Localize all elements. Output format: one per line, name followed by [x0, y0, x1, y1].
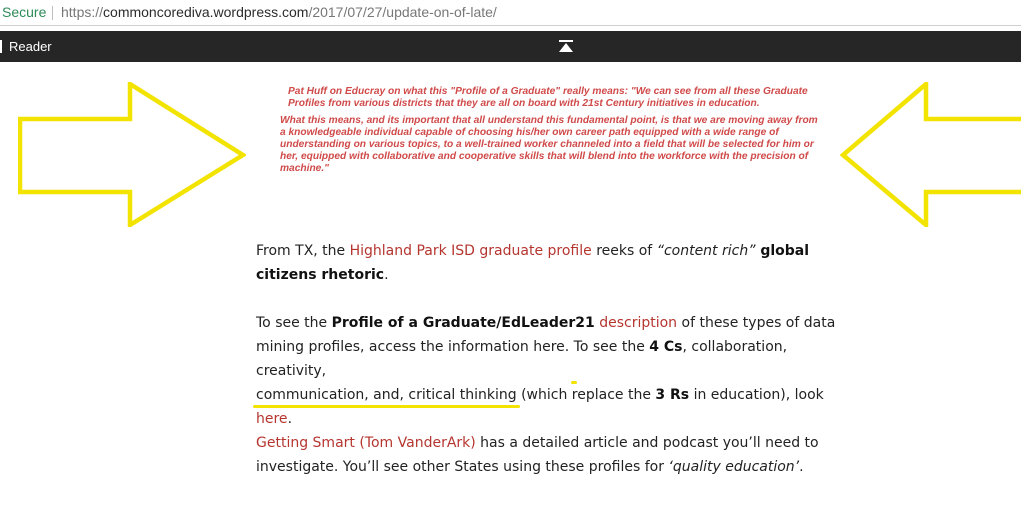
text-span: . — [287, 411, 293, 427]
text-span: in education), look — [689, 387, 824, 403]
reader-bar: Reader — [0, 31, 1021, 62]
url-path: /2017/07/27/update-on-of-late/ — [308, 4, 497, 20]
text-span: . — [799, 459, 804, 475]
getting-smart-link[interactable]: Getting Smart (Tom VanderArk) — [256, 435, 476, 451]
url-text[interactable]: https://commoncorediva.wordpress.com/201… — [61, 0, 497, 25]
secure-label[interactable]: Secure — [2, 0, 46, 25]
url-host: commoncorediva.wordpress.com — [103, 4, 309, 20]
four-cs-bold: 4 Cs — [649, 339, 683, 355]
here-link[interactable]: here — [256, 411, 288, 427]
text-span: . — [384, 267, 389, 283]
text-span: communication, and, critical thinking — [256, 387, 517, 403]
description-link[interactable]: description — [599, 315, 677, 331]
reader-label: Reader — [9, 39, 52, 54]
highlight-underline-2: communication, and, critical thinking — [256, 387, 517, 403]
text-span: (which replace the — [516, 387, 656, 403]
quote-image: Pat Huff on Educray on what this "Profil… — [280, 86, 825, 175]
article-body: From TX, the Highland Park ISD graduate … — [256, 239, 856, 479]
quality-education-emphasis: ‘quality education’ — [668, 459, 800, 475]
address-bar[interactable]: Secure https://commoncorediva.wordpress.… — [0, 0, 1021, 26]
three-rs-bold: 3 Rs — [655, 387, 690, 403]
text-span: reeks of — [591, 243, 657, 259]
profile-of-graduate-bold: Profile of a Graduate/EdLeader21 — [331, 315, 595, 331]
article-paragraph-1: From TX, the Highland Park ISD graduate … — [256, 239, 856, 287]
right-pointing-arrow-icon — [18, 82, 246, 227]
left-pointing-arrow-icon — [840, 82, 1021, 227]
url-scheme: https:// — [61, 4, 104, 20]
text-span: To see the — [573, 339, 650, 355]
text-span: From TX, the — [256, 243, 350, 259]
article-paragraph-2: To see the Profile of a Graduate/EdLeade… — [256, 311, 856, 479]
quote-paragraph-1: Pat Huff on Educray on what this "Profil… — [288, 86, 808, 109]
text-span: To see the — [256, 315, 332, 331]
collapse-up-icon[interactable] — [558, 40, 574, 53]
reader-edge-marker — [0, 40, 2, 53]
content-rich-emphasis: “content rich” — [656, 243, 756, 259]
highland-park-link[interactable]: Highland Park ISD graduate profile — [350, 243, 592, 259]
address-separator — [52, 6, 53, 20]
quote-paragraph-2: What this means, and its important that … — [280, 115, 818, 174]
